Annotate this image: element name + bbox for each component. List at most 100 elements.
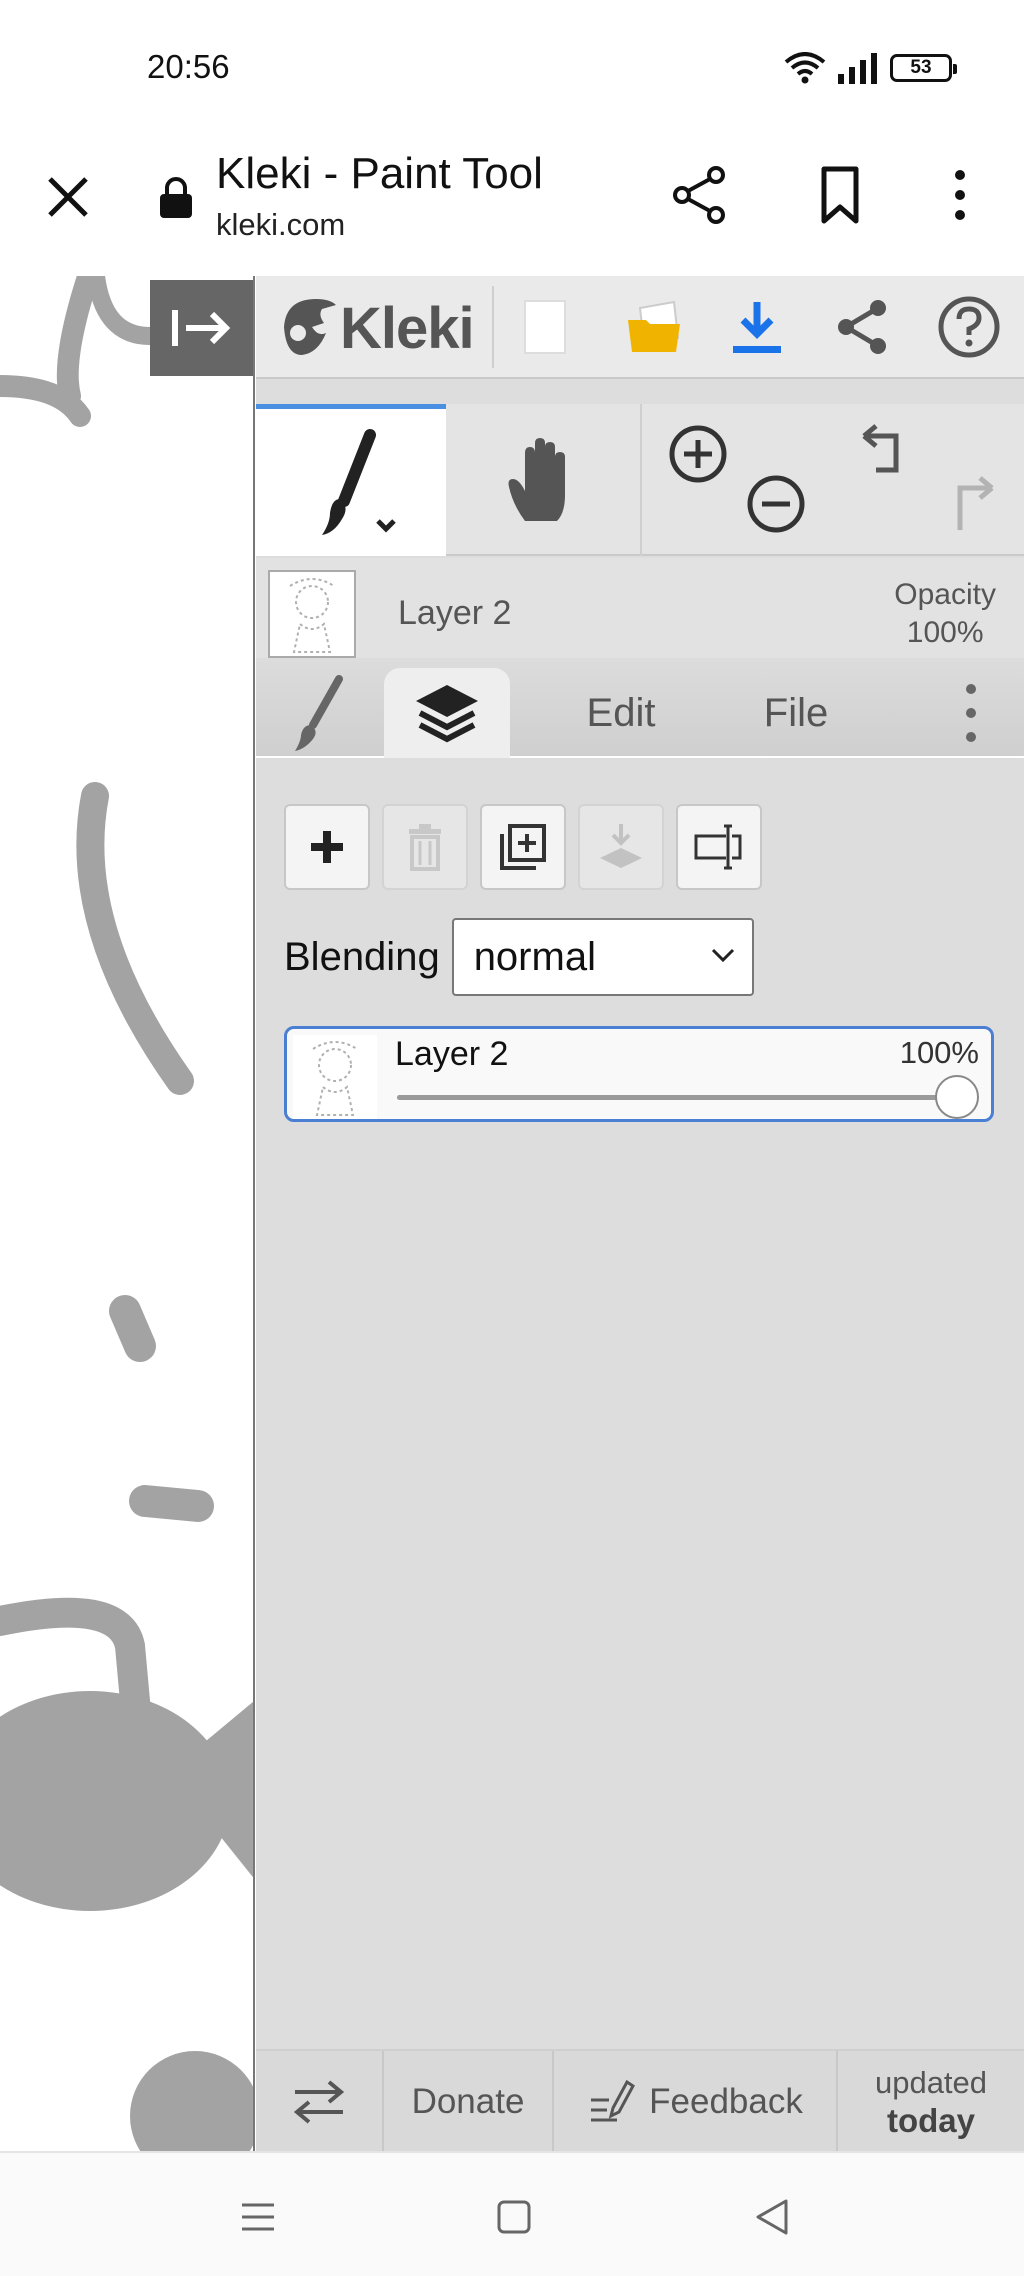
feedback-icon xyxy=(591,2079,636,2122)
opacity-label: Opacity xyxy=(894,578,996,611)
layers-tab-icon xyxy=(416,685,478,743)
delete-layer-icon xyxy=(409,824,441,871)
download-icon xyxy=(733,302,781,353)
signal-icon xyxy=(838,53,877,84)
donate-link[interactable]: Donate xyxy=(384,2051,554,2153)
add-layer-button[interactable] xyxy=(284,804,370,890)
layer-opacity-knob[interactable] xyxy=(935,1075,979,1119)
close-button[interactable] xyxy=(36,165,100,229)
back-nav-button[interactable] xyxy=(742,2187,802,2247)
collapse-panel-icon xyxy=(172,310,231,346)
updated-info[interactable]: updated today xyxy=(838,2051,1024,2153)
more-vert-icon[interactable] xyxy=(928,163,992,227)
rename-layer-button[interactable] xyxy=(676,804,762,890)
swap-icon xyxy=(293,2080,345,2124)
feedback-label: Feedback xyxy=(649,2082,803,2121)
panel-tabs: Edit File xyxy=(256,658,1024,758)
wifi-icon xyxy=(784,52,826,84)
layer-opacity-slider[interactable] xyxy=(397,1095,957,1100)
brush-tab-icon xyxy=(295,675,343,751)
layer-tools xyxy=(284,804,762,894)
bookmark-icon[interactable] xyxy=(808,163,872,227)
duplicate-layer-icon xyxy=(500,824,546,870)
tool-row xyxy=(256,404,1024,556)
tab-brush[interactable] xyxy=(256,668,382,758)
home-nav-icon xyxy=(497,2200,531,2234)
current-layer-opacity: Opacity 100% xyxy=(894,576,996,652)
tool-panel: Kleki Layer 2 Opacity 100% Edit File Ble… xyxy=(256,276,1024,2153)
add-layer-icon xyxy=(311,831,343,863)
tab-edit[interactable]: Edit xyxy=(546,668,696,758)
layer-thumbnail-image xyxy=(312,1041,358,1116)
system-nav-bar xyxy=(0,2151,1024,2276)
panel-footer: Donate Feedback updated today xyxy=(256,2049,1024,2153)
hand-tool[interactable] xyxy=(448,404,638,556)
share-icon xyxy=(838,300,886,354)
updated-line1: updated xyxy=(874,2065,988,2100)
lock-icon xyxy=(160,177,192,218)
status-icons: 53 xyxy=(784,50,957,86)
chevron-down-icon xyxy=(711,948,734,963)
feedback-link[interactable]: Feedback xyxy=(554,2051,838,2153)
merge-down-icon xyxy=(600,824,642,868)
rename-layer-icon xyxy=(694,824,742,870)
open-folder-icon xyxy=(628,300,680,352)
zoom-out-icon[interactable] xyxy=(744,472,808,536)
logo-text: Kleki xyxy=(340,295,475,361)
tab-file[interactable]: File xyxy=(726,668,866,758)
duplicate-layer-button[interactable] xyxy=(480,804,566,890)
header-divider xyxy=(492,286,494,368)
layer-name: Layer 2 xyxy=(395,1035,509,1073)
help-button[interactable] xyxy=(932,290,1006,364)
layer-list-item[interactable]: Layer 2 100% xyxy=(284,1026,994,1122)
status-bar: 20:56 53 xyxy=(0,0,1024,135)
opacity-value: 100% xyxy=(906,616,984,649)
battery-level: 53 xyxy=(910,57,932,78)
tab-layers[interactable] xyxy=(384,668,510,758)
swap-side-button[interactable] xyxy=(256,2051,384,2153)
drawing-canvas[interactable] xyxy=(0,276,255,2151)
status-time: 20:56 xyxy=(147,48,230,85)
home-nav-button[interactable] xyxy=(484,2187,544,2247)
layer-opacity: 100% xyxy=(899,1035,979,1070)
merge-down-button[interactable] xyxy=(578,804,664,890)
browser-toolbar: Kleki - Paint Tool kleki.com xyxy=(0,135,1024,275)
blending-row: Blending normal xyxy=(284,918,754,996)
download-button[interactable] xyxy=(720,290,794,364)
layer-thumbnail xyxy=(293,1035,377,1119)
open-button[interactable] xyxy=(618,290,692,364)
menu-nav-button[interactable] xyxy=(228,2187,288,2247)
blending-value: normal xyxy=(473,934,596,979)
canvas-drawing xyxy=(0,276,253,2151)
battery-icon: 53 xyxy=(890,54,957,82)
delete-layer-button[interactable] xyxy=(382,804,468,890)
kleki-logo-icon xyxy=(284,299,336,355)
page-url[interactable]: kleki.com xyxy=(216,207,345,243)
undo-icon[interactable] xyxy=(856,422,920,486)
blending-select[interactable]: normal xyxy=(451,918,754,996)
share-icon[interactable] xyxy=(668,163,732,227)
zoom-in-icon[interactable] xyxy=(666,422,730,486)
tab-more[interactable] xyxy=(936,668,1006,758)
kleki-logo[interactable]: Kleki xyxy=(278,292,475,364)
more-tab-icon xyxy=(966,684,976,742)
current-layer-name: Layer 2 xyxy=(398,594,512,632)
brush-tool[interactable] xyxy=(256,404,446,556)
layer-thumbnail-image xyxy=(289,578,335,653)
share-app-button[interactable] xyxy=(826,290,900,364)
redo-icon[interactable] xyxy=(936,474,1000,538)
blending-label: Blending xyxy=(284,934,440,979)
updated-line2: today xyxy=(886,2102,975,2139)
page-title: Kleki - Paint Tool xyxy=(216,149,543,198)
brush-tool-icon xyxy=(322,428,396,535)
toggle-panel-button[interactable] xyxy=(150,280,253,376)
tool-divider xyxy=(640,404,642,556)
close-icon xyxy=(48,177,88,217)
current-layer-thumbnail xyxy=(268,570,356,658)
current-layer-info: Layer 2 Opacity 100% xyxy=(256,558,1024,658)
menu-nav-icon xyxy=(242,2203,274,2231)
new-image-button[interactable] xyxy=(508,290,582,364)
layer-opacity-fill xyxy=(397,1095,957,1100)
new-image-icon xyxy=(524,300,566,354)
hand-tool-icon xyxy=(508,438,565,521)
